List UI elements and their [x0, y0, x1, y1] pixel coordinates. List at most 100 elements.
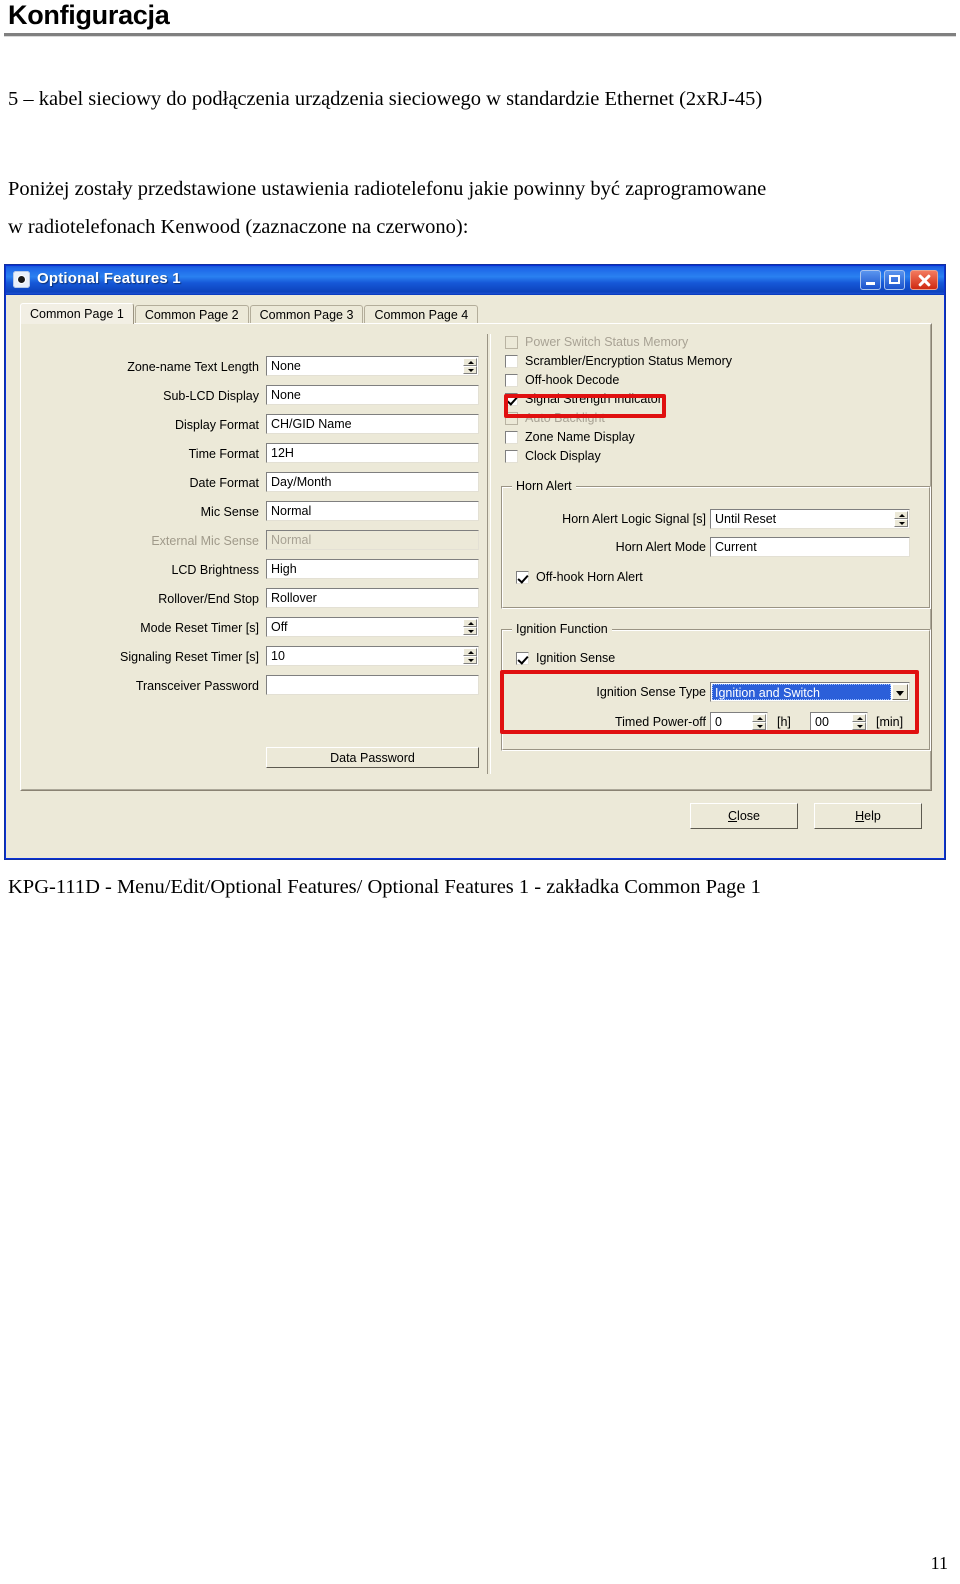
label-sub-lcd-display: Sub-LCD Display	[163, 389, 259, 403]
value-lcd-brightness: High	[271, 562, 297, 576]
checkbox-signal-strength-indicator[interactable]	[505, 393, 518, 406]
value-mic-sense: Normal	[271, 504, 312, 518]
spinner-zone-name-text-length[interactable]	[463, 358, 477, 374]
dialog-titlebar[interactable]: Optional Features 1	[6, 266, 944, 295]
label-external-mic-sense: External Mic Sense	[151, 534, 259, 548]
field-row-display-format: Display Format CH/GID Name	[21, 414, 481, 443]
checkbox-ignition-sense[interactable]	[516, 652, 529, 665]
input-transceiver-password[interactable]	[266, 675, 479, 695]
chevron-down-icon[interactable]	[892, 684, 908, 700]
spinner-timed-power-off-minutes[interactable]	[852, 714, 866, 730]
field-row-external-mic-sense: External Mic Sense Normal	[21, 530, 481, 559]
help-button[interactable]: Help	[814, 803, 922, 829]
input-horn-alert-mode[interactable]: Current	[710, 537, 910, 557]
input-sub-lcd-display[interactable]: None	[266, 385, 479, 405]
unit-minutes: [min]	[876, 715, 904, 729]
dialog-client-area: Common Page 1 Common Page 2 Common Page …	[10, 297, 940, 854]
input-horn-alert-logic-signal[interactable]: Until Reset	[710, 509, 910, 529]
checkbox-row-scrambler-encryption-status-memory: Scrambler/Encryption Status Memory	[501, 353, 941, 372]
label-mic-sense: Mic Sense	[200, 505, 259, 519]
checkbox-off-hook-decode[interactable]	[505, 374, 518, 387]
label-zone-name-display: Zone Name Display	[525, 430, 635, 444]
minimize-icon[interactable]	[860, 270, 881, 290]
value-horn-alert-mode: Current	[715, 540, 757, 554]
value-ignition-sense-type: Ignition and Switch	[712, 684, 891, 700]
input-mic-sense[interactable]: Normal	[266, 501, 479, 521]
tab-common-page-1[interactable]: Common Page 1	[20, 303, 134, 324]
input-time-format[interactable]: 12H	[266, 443, 479, 463]
dialog-title: Optional Features 1	[37, 270, 181, 287]
label-mode-reset-timer: Mode Reset Timer [s]	[140, 621, 259, 635]
checkbox-row-zone-name-display: Zone Name Display	[501, 429, 941, 448]
label-power-switch-status-memory: Power Switch Status Memory	[525, 335, 689, 349]
close-button[interactable]: Close	[690, 803, 798, 829]
label-time-format: Time Format	[188, 447, 259, 461]
label-ignition-sense: Ignition Sense	[536, 651, 616, 665]
checkbox-clock-display[interactable]	[505, 450, 518, 463]
label-horn-alert-logic-signal: Horn Alert Logic Signal [s]	[562, 512, 706, 526]
label-display-format: Display Format	[174, 418, 259, 432]
field-row-mode-reset-timer: Mode Reset Timer [s] Off	[21, 617, 481, 646]
dialog-button-bar: Close Help	[20, 797, 932, 837]
field-row-rollover-end-stop: Rollover/End Stop Rollover	[21, 588, 481, 617]
document-header: Konfiguracja	[0, 0, 960, 40]
field-row-mic-sense: Mic Sense Normal	[21, 501, 481, 530]
spinner-mode-reset-timer[interactable]	[463, 619, 477, 635]
label-date-format: Date Format	[189, 476, 259, 490]
label-lcd-brightness: LCD Brightness	[171, 563, 259, 577]
input-rollover-end-stop[interactable]: Rollover	[266, 588, 479, 608]
tab-common-page-3[interactable]: Common Page 3	[249, 305, 364, 324]
value-rollover-end-stop: Rollover	[271, 591, 317, 605]
label-signal-strength-indicator: Signal Strength Indicator	[525, 392, 662, 406]
spinner-signaling-reset-timer[interactable]	[463, 648, 477, 664]
field-row-horn-alert-logic-signal: Horn Alert Logic Signal [s] Until Reset	[502, 509, 912, 529]
page-title: Konfiguracja	[8, 0, 170, 30]
input-external-mic-sense: Normal	[266, 530, 479, 550]
field-row-sub-lcd-display: Sub-LCD Display None	[21, 385, 481, 414]
figure-caption: KPG-111D - Menu/Edit/Optional Features/ …	[8, 876, 761, 898]
tab-common-page-4[interactable]: Common Page 4	[364, 305, 479, 324]
close-button-rest: lose	[737, 809, 760, 823]
maximize-icon[interactable]	[884, 270, 905, 290]
value-timed-power-off-hours: 0	[715, 715, 722, 729]
input-date-format[interactable]: Day/Month	[266, 472, 479, 492]
paragraph-intro-line2: w radiotelefonach Kenwood (zaznaczone na…	[8, 216, 469, 238]
group-label-horn-alert: Horn Alert	[512, 479, 576, 493]
help-button-rest: elp	[864, 809, 881, 823]
spinner-horn-alert-logic-signal[interactable]	[894, 511, 908, 527]
label-zone-name-text-length: Zone-name Text Length	[127, 360, 259, 374]
header-divider	[4, 33, 956, 37]
spinner-timed-power-off-hours[interactable]	[752, 714, 766, 730]
label-auto-backlight: Auto Backlight	[525, 411, 605, 425]
value-signaling-reset-timer: 10	[271, 649, 285, 663]
input-lcd-brightness[interactable]: High	[266, 559, 479, 579]
column-divider	[487, 334, 491, 774]
dropdown-ignition-sense-type[interactable]: Ignition and Switch	[710, 682, 910, 702]
label-timed-power-off: Timed Power-off	[614, 715, 706, 729]
input-mode-reset-timer[interactable]: Off	[266, 617, 479, 637]
checkbox-zone-name-display[interactable]	[505, 431, 518, 444]
data-password-button[interactable]: Data Password	[266, 747, 479, 768]
close-icon[interactable]	[910, 270, 938, 290]
value-time-format: 12H	[271, 446, 294, 460]
optional-features-dialog[interactable]: Optional Features 1 Common Page 1 Common…	[5, 265, 945, 859]
checkbox-off-hook-horn-alert[interactable]	[516, 571, 529, 584]
checkbox-scrambler-encryption-status-memory[interactable]	[505, 355, 518, 368]
value-zone-name-text-length: None	[271, 359, 301, 373]
field-row-date-format: Date Format Day/Month	[21, 472, 481, 501]
checkbox-auto-backlight	[505, 412, 518, 425]
input-signaling-reset-timer[interactable]: 10	[266, 646, 479, 666]
input-timed-power-off-hours[interactable]: 0	[710, 712, 768, 732]
tab-panel-common-page-1: Zone-name Text Length None Sub-LCD Displ…	[20, 323, 932, 791]
value-horn-alert-logic-signal: Until Reset	[715, 512, 777, 526]
right-settings-column: Power Switch Status Memory Scrambler/Enc…	[501, 334, 941, 751]
value-external-mic-sense: Normal	[271, 533, 312, 547]
field-row-zone-name-text-length: Zone-name Text Length None	[21, 356, 481, 385]
input-display-format[interactable]: CH/GID Name	[266, 414, 479, 434]
value-timed-power-off-minutes: 00	[815, 715, 829, 729]
tab-common-page-2[interactable]: Common Page 2	[134, 305, 249, 324]
input-zone-name-text-length[interactable]: None	[266, 356, 479, 376]
input-timed-power-off-minutes[interactable]: 00	[810, 712, 868, 732]
app-icon	[13, 271, 30, 288]
label-off-hook-decode: Off-hook Decode	[525, 373, 620, 387]
